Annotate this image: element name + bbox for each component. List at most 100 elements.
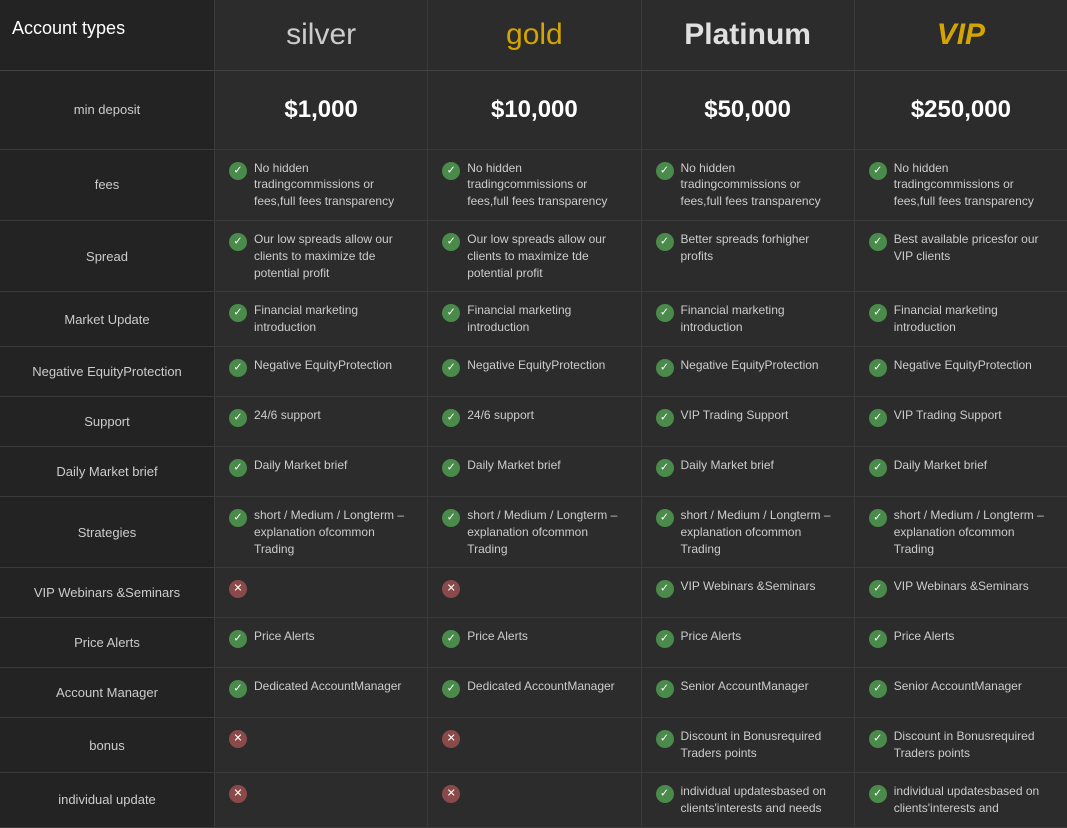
platinum-feature-8: Price Alerts [642,618,855,668]
check-icon [442,509,460,527]
platinum-header: Platinum [642,0,855,71]
silver-feature-6: short / Medium / Longterm – explanation … [215,497,428,568]
feature-text: Senior AccountManager [681,678,809,695]
check-icon [229,409,247,427]
vip-plan-name: VIP [937,18,985,51]
feature-text: Negative EquityProtection [254,357,392,374]
feature-row-6: Strategiesshort / Medium / Longterm – ex… [0,497,1067,568]
silver-feature-3: Negative EquityProtection [215,347,428,397]
row-label-10: bonus [0,718,215,773]
platinum-feature-7: VIP Webinars &Seminars [642,568,855,618]
row-label-2: Market Update [0,292,215,347]
platinum-feature-6: short / Medium / Longterm – explanation … [642,497,855,568]
feature-row-11: individual updateindividual updatesbased… [0,773,1067,828]
feature-text: Daily Market brief [894,457,987,474]
vip-feature-6: short / Medium / Longterm – explanation … [855,497,1067,568]
check-icon [229,304,247,322]
feature-text: Daily Market brief [254,457,347,474]
platinum-feature-1: Better spreads forhigher profits [642,221,855,292]
check-icon [442,359,460,377]
check-icon [656,304,674,322]
vip-feature-4: VIP Trading Support [855,397,1067,447]
cross-icon [229,730,247,748]
feature-text: Best available pricesfor our VIP clients [894,231,1053,265]
silver-feature-11 [215,773,428,828]
feature-text: Senior AccountManager [894,678,1022,695]
silver-feature-1: Our low spreads allow our clients to max… [215,221,428,292]
gold-feature-5: Daily Market brief [428,447,641,497]
check-icon [869,359,887,377]
cross-icon [442,785,460,803]
feature-text: Financial marketing introduction [894,302,1053,336]
check-icon [656,785,674,803]
account-types-header: Account types [0,0,215,71]
cross-icon [229,580,247,598]
check-icon [656,730,674,748]
feature-row-0: feesNo hidden tradingcommissions or fees… [0,150,1067,221]
vip-feature-8: Price Alerts [855,618,1067,668]
row-label-4: Support [0,397,215,447]
silver-feature-10 [215,718,428,773]
feature-text: No hidden tradingcommissions or fees,ful… [467,160,626,210]
comparison-table: Account types silver gold Platinum VIP m… [0,0,1067,828]
check-icon [229,680,247,698]
vip-feature-7: VIP Webinars &Seminars [855,568,1067,618]
account-types-title: Account types [12,18,125,38]
check-icon [229,233,247,251]
feature-text: Dedicated AccountManager [467,678,614,695]
check-icon [869,785,887,803]
check-icon [442,630,460,648]
silver-feature-7 [215,568,428,618]
header-row: Account types silver gold Platinum VIP [0,0,1067,71]
row-label-8: Price Alerts [0,618,215,668]
check-icon [869,730,887,748]
check-icon [869,509,887,527]
vip-feature-0: No hidden tradingcommissions or fees,ful… [855,150,1067,221]
platinum-feature-4: VIP Trading Support [642,397,855,447]
feature-row-4: Support24/6 support24/6 supportVIP Tradi… [0,397,1067,447]
vip-feature-11: individual updatesbased on clients'inter… [855,773,1067,828]
check-icon [656,459,674,477]
platinum-feature-9: Senior AccountManager [642,668,855,718]
check-icon [229,509,247,527]
vip-feature-3: Negative EquityProtection [855,347,1067,397]
cross-icon [442,730,460,748]
check-icon [656,162,674,180]
gold-feature-3: Negative EquityProtection [428,347,641,397]
vip-feature-9: Senior AccountManager [855,668,1067,718]
feature-text: VIP Webinars &Seminars [894,578,1029,595]
gold-feature-10 [428,718,641,773]
check-icon [442,162,460,180]
cross-icon [442,580,460,598]
gold-feature-6: short / Medium / Longterm – explanation … [428,497,641,568]
platinum-feature-11: individual updatesbased on clients'inter… [642,773,855,828]
feature-text: No hidden tradingcommissions or fees,ful… [254,160,413,210]
row-label-9: Account Manager [0,668,215,718]
vip-feature-1: Best available pricesfor our VIP clients [855,221,1067,292]
feature-row-1: SpreadOur low spreads allow our clients … [0,221,1067,292]
feature-text: Daily Market brief [467,457,560,474]
check-icon [656,409,674,427]
feature-text: VIP Webinars &Seminars [681,578,816,595]
check-icon [656,233,674,251]
feature-rows: feesNo hidden tradingcommissions or fees… [0,150,1067,828]
feature-text: Negative EquityProtection [681,357,819,374]
feature-text: Discount in Bonusrequired Traders points [681,728,840,762]
check-icon [656,680,674,698]
gold-plan-name: gold [506,18,563,51]
feature-text: Price Alerts [894,628,955,645]
feature-text: Our low spreads allow our clients to max… [467,231,626,281]
check-icon [869,162,887,180]
feature-text: Our low spreads allow our clients to max… [254,231,413,281]
vip-header: VIP [855,0,1067,71]
gold-header: gold [428,0,641,71]
deposit-row: min deposit $1,000 $10,000 $50,000 $250,… [0,71,1067,150]
gold-feature-11 [428,773,641,828]
silver-feature-9: Dedicated AccountManager [215,668,428,718]
check-icon [442,459,460,477]
platinum-feature-5: Daily Market brief [642,447,855,497]
feature-text: short / Medium / Longterm – explanation … [254,507,413,557]
check-icon [869,680,887,698]
vip-feature-10: Discount in Bonusrequired Traders points [855,718,1067,773]
feature-text: Price Alerts [681,628,742,645]
